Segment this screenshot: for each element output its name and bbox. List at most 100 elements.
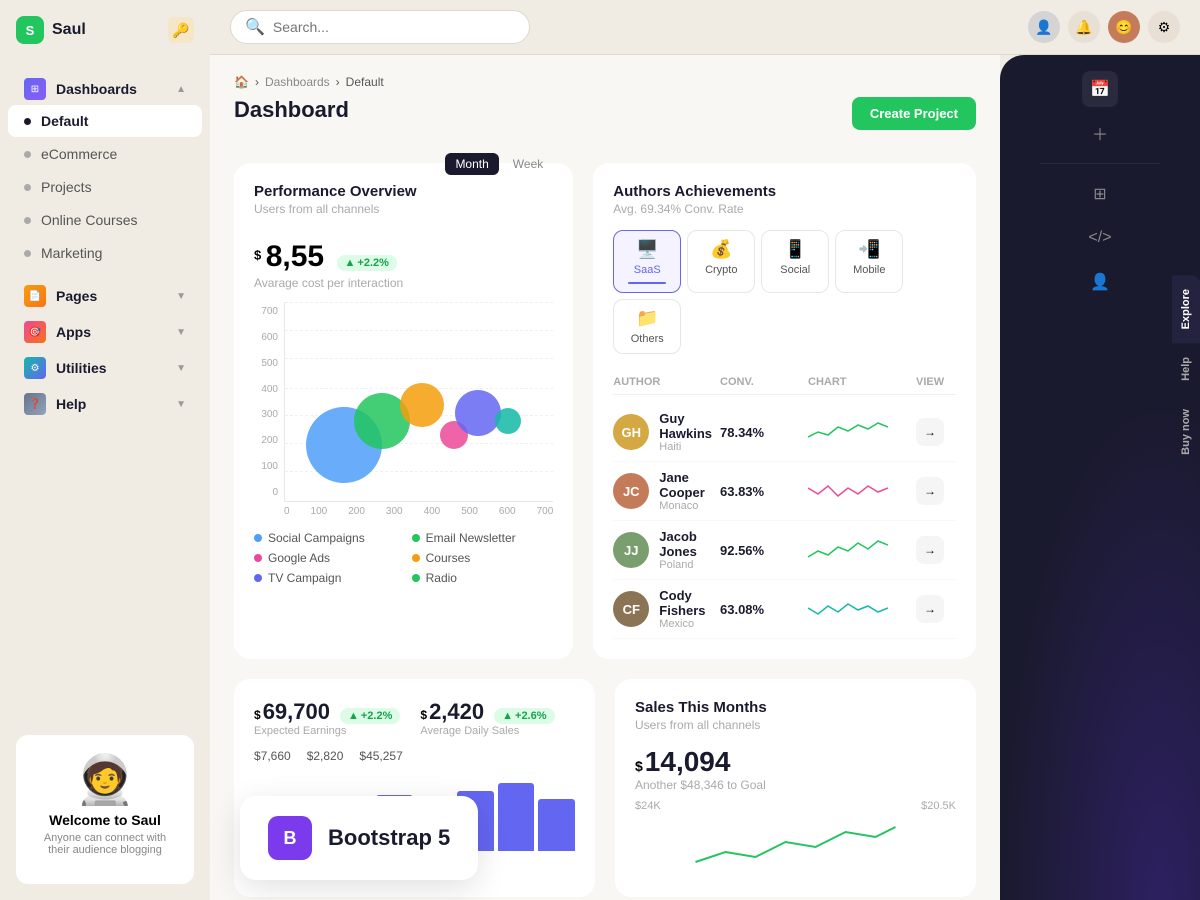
nav-dot-ecommerce — [24, 151, 31, 158]
sidebar-section-dashboards[interactable]: ⊞ Dashboards ▲ — [8, 68, 202, 104]
utilities-icon: ⚙ — [24, 357, 46, 379]
table-row: JC Jane Cooper Monaco 63.83% → — [613, 462, 956, 521]
earn-value-2: 2,420 — [429, 699, 484, 725]
others-tab-label: Others — [631, 333, 664, 345]
topbar-settings-icon[interactable]: ⚙ — [1148, 11, 1180, 43]
breadcrumb: 🏠 › Dashboards › Default — [234, 75, 976, 89]
author-name-guy: Guy Hawkins — [659, 411, 712, 441]
apps-icon: 🎯 — [24, 321, 46, 343]
tab-crypto[interactable]: 💰 Crypto — [687, 230, 755, 293]
tab-social[interactable]: 📱 Social — [761, 230, 829, 293]
search-input[interactable] — [273, 19, 515, 35]
table-row: GH Guy Hawkins Haiti 78.34% → — [613, 403, 956, 462]
col-conv: CONV. — [720, 376, 800, 388]
view-button-guy[interactable]: → — [916, 418, 944, 446]
author-name-jacob: Jacob Jones — [659, 529, 712, 559]
rp-add-icon[interactable]: ＋ — [1082, 115, 1118, 151]
performance-stat: $ 8,55 ▲ +2.2% — [254, 240, 553, 274]
legend-google-ads: Google Ads — [254, 551, 396, 565]
view-button-jacob[interactable]: → — [916, 536, 944, 564]
mini-chart-jane — [808, 476, 888, 506]
earn-item-3: $45,257 — [359, 749, 402, 763]
legend-tv-campaign: TV Campaign — [254, 571, 396, 585]
earn-badge-2: ▲ +2.6% — [494, 708, 554, 724]
earnings-stats: $ 69,700 ▲ +2.2% Expected Earnings $ 2,4… — [254, 699, 575, 737]
nav-dot-default — [24, 118, 31, 125]
earn-label-2: Average Daily Sales — [420, 725, 554, 737]
sidebar-section-utilities[interactable]: ⚙ Utilities ▼ — [8, 347, 202, 383]
bootstrap-label: Bootstrap 5 — [328, 825, 450, 851]
sidebar-section-pages[interactable]: 📄 Pages ▼ — [8, 275, 202, 311]
app-logo: S — [16, 16, 44, 44]
others-tab-icon: 📁 — [636, 308, 658, 329]
view-button-cody[interactable]: → — [916, 595, 944, 623]
sidebar-section-label-dashboards: Dashboards — [56, 81, 176, 97]
view-button-jane[interactable]: → — [916, 477, 944, 505]
author-conv-cody: 63.08% — [720, 602, 800, 617]
sales-chart — [635, 812, 956, 872]
sidebar-item-marketing[interactable]: Marketing — [8, 237, 202, 269]
welcome-box: 🧑‍🚀 Welcome to Saul Anyone can connect w… — [16, 735, 194, 884]
saas-tab-icon: 🖥️ — [636, 239, 658, 260]
sidebar-section-help[interactable]: ❓ Help ▼ — [8, 383, 202, 419]
performance-title: Performance Overview — [254, 183, 417, 200]
sidebar-item-label-projects: Projects — [41, 179, 186, 195]
side-label-help[interactable]: Help — [1172, 343, 1200, 395]
legend-social-campaigns: Social Campaigns — [254, 531, 396, 545]
stat-badge: ▲ +2.2% — [337, 255, 397, 271]
sidebar-item-online-courses[interactable]: Online Courses — [8, 204, 202, 236]
legend-dot-courses — [412, 554, 420, 562]
saas-tab-underline — [628, 282, 666, 284]
earn-prefix-2: $ — [420, 708, 427, 722]
rp-calendar-icon[interactable]: 📅 — [1082, 71, 1118, 107]
legend-dot-social — [254, 534, 262, 542]
sidebar-item-projects[interactable]: Projects — [8, 171, 202, 203]
tab-others[interactable]: 📁 Others — [613, 299, 681, 354]
sidebar-item-label-marketing: Marketing — [41, 245, 186, 261]
tab-saas[interactable]: 🖥️ SaaS — [613, 230, 681, 293]
legend-dot-email — [412, 534, 420, 542]
chart-legend: Social Campaigns Email Newsletter Google… — [254, 531, 553, 585]
bubble-chart — [284, 302, 553, 502]
earn-stat-daily: $ 2,420 ▲ +2.6% Average Daily Sales — [420, 699, 554, 737]
sidebar-item-label-online-courses: Online Courses — [41, 212, 186, 228]
sidebar-item-ecommerce[interactable]: eCommerce — [8, 138, 202, 170]
topbar-user-avatar[interactable]: 😊 — [1108, 11, 1140, 43]
toggle-week-button[interactable]: Week — [503, 153, 553, 175]
toggle-month-button[interactable]: Month — [445, 153, 498, 175]
avatar-guy: GH — [613, 414, 649, 450]
sidebar-toggle-button[interactable]: 🔑 — [168, 17, 194, 43]
legend-courses: Courses — [412, 551, 554, 565]
bubble-radio — [495, 408, 521, 434]
toggle-group: Month Week — [445, 153, 553, 175]
help-arrow-icon: ▼ — [176, 399, 186, 410]
sidebar-section-apps[interactable]: 🎯 Apps ▼ — [8, 311, 202, 347]
table-row: CF Cody Fishers Mexico 63.08% → — [613, 580, 956, 639]
sidebar-section-label-help: Help — [56, 396, 176, 412]
search-box[interactable]: 🔍 — [230, 10, 530, 44]
side-label-explore[interactable]: Explore — [1172, 275, 1200, 343]
breadcrumb-dashboards[interactable]: Dashboards — [265, 75, 330, 89]
rp-user-icon[interactable]: 👤 — [1082, 264, 1118, 300]
legend-dot-radio — [412, 574, 420, 582]
col-chart: CHART — [808, 376, 908, 388]
search-icon: 🔍 — [245, 17, 265, 37]
author-name-jane: Jane Cooper — [659, 470, 712, 500]
sidebar-section-label-pages: Pages — [56, 288, 176, 304]
topbar-bell-icon[interactable]: 🔔 — [1068, 11, 1100, 43]
side-label-buy-now[interactable]: Buy now — [1172, 395, 1200, 469]
rp-divider — [1040, 163, 1160, 164]
earn-label-1: Expected Earnings — [254, 725, 400, 737]
mini-chart-jacob — [808, 535, 888, 565]
sales-title: Sales This Months — [635, 699, 956, 716]
mobile-tab-label: Mobile — [853, 264, 885, 276]
create-project-button[interactable]: Create Project — [852, 97, 976, 130]
topbar-avatar-small[interactable]: 👤 — [1028, 11, 1060, 43]
dashboard-grid: Performance Overview Users from all chan… — [234, 163, 976, 659]
rp-code-icon[interactable]: </> — [1082, 220, 1118, 256]
author-country-jane: Monaco — [659, 500, 712, 512]
sidebar-item-default[interactable]: Default — [8, 105, 202, 137]
nav-dot-marketing — [24, 250, 31, 257]
tab-mobile[interactable]: 📲 Mobile — [835, 230, 903, 293]
rp-grid-icon[interactable]: ⊞ — [1082, 176, 1118, 212]
